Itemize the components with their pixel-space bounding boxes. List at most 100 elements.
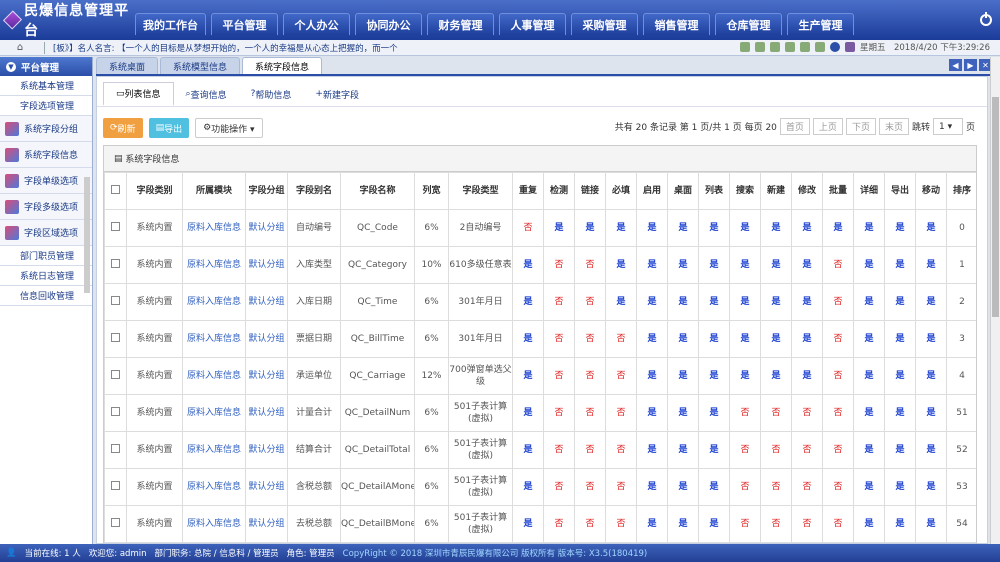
tab-1[interactable]: 系统模型信息 [160, 57, 241, 74]
row-checkbox[interactable] [111, 295, 120, 305]
sidebar-header[interactable]: ▼ 平台管理 [0, 57, 92, 76]
phone-icon[interactable] [739, 42, 750, 52]
sidebar-item-1[interactable]: 字段选项管理 [0, 96, 92, 116]
refresh-button[interactable]: ⟳ 刷新 [103, 118, 143, 138]
row-checkbox[interactable] [111, 369, 120, 379]
sidebar-subitem-1[interactable]: 系统字段信息 [0, 142, 92, 168]
nav-item-0[interactable]: 我的工作台 [135, 13, 206, 35]
calendar-icon[interactable] [769, 42, 780, 52]
row-checkbox-cell[interactable] [104, 320, 127, 358]
next-page-button[interactable]: 下页 [845, 118, 876, 135]
row-checkbox-cell[interactable] [104, 209, 127, 247]
first-page-button[interactable]: 首页 [779, 118, 810, 135]
help-icon[interactable] [829, 42, 840, 52]
row-checkbox-cell[interactable] [104, 431, 127, 469]
tab-2[interactable]: 系统字段信息 [242, 57, 323, 74]
tab-0[interactable]: 系统桌面 [96, 57, 159, 74]
table-cell[interactable]: 默认分组 [245, 320, 288, 358]
sidebar-item2-2[interactable]: 信息回收管理 [0, 286, 92, 306]
col-header-0[interactable] [104, 172, 127, 210]
table-row[interactable]: 系统内置 原料入库信息 默认分组 去税总额 QC_DetailBMoney 6% 501子表… [104, 505, 976, 543]
power-icon[interactable] [980, 12, 992, 26]
export-button[interactable]: ▤ 导出 [148, 118, 190, 138]
nav-item-3[interactable]: 协同办公 [355, 13, 422, 35]
row-checkbox-cell[interactable] [104, 468, 127, 506]
sidebar-subitem-4[interactable]: 字段区域选项 [0, 220, 92, 246]
table-row[interactable]: 系统内置 原料入库信息 默认分组 入库日期 QC_Time 6% 301年月日是否否是是是是… [104, 283, 976, 321]
row-checkbox-cell[interactable] [104, 394, 127, 432]
last-page-button[interactable]: 末页 [878, 118, 909, 135]
table-cell[interactable]: 默认分组 [245, 431, 288, 469]
nav-item-7[interactable]: 销售管理 [643, 13, 710, 35]
row-checkbox[interactable] [111, 221, 120, 231]
table-cell[interactable]: 原料入库信息 [182, 283, 246, 321]
page-select[interactable]: 1 ▾ [932, 118, 963, 135]
row-checkbox-cell[interactable] [104, 283, 127, 321]
table-cell[interactable]: 原料入库信息 [182, 209, 246, 247]
table-cell[interactable]: 默认分组 [245, 209, 288, 247]
subtab-1[interactable]: ⌕ 查询信息 [174, 82, 239, 106]
table-row[interactable]: 系统内置 原料入库信息 默认分组 承运单位 QC_Carriage 12% 700弹窗单选父… [104, 357, 976, 395]
table-cell[interactable]: 默认分组 [245, 505, 288, 543]
table-row[interactable]: 系统内置 原料入库信息 默认分组 入库类型 QC_Category 10% 610多级任意表… [104, 246, 976, 284]
scrollbar-thumb[interactable] [992, 97, 999, 317]
subtab-0[interactable]: ▭ 列表信息 [103, 82, 174, 106]
prev-page-button[interactable]: 上页 [812, 118, 843, 135]
row-checkbox-cell[interactable] [104, 357, 127, 395]
sidebar-item2-1[interactable]: 系统日志管理 [0, 266, 92, 286]
table-row[interactable]: 系统内置 原料入库信息 默认分组 含税总额 QC_DetailAMoney 6% 501子表… [104, 468, 976, 506]
sidebar-item2-0[interactable]: 部门职员管理 [0, 246, 92, 266]
table-cell[interactable]: 原料入库信息 [182, 320, 246, 358]
nav-item-9[interactable]: 生产管理 [787, 13, 854, 35]
sidebar-item-0[interactable]: 系统基本管理 [0, 76, 92, 96]
table-row[interactable]: 系统内置 原料入库信息 默认分组 自动编号 QC_Code 6% 2自动编号否是是是是是是是… [104, 209, 976, 247]
table-cell[interactable]: 默认分组 [245, 357, 288, 395]
table-cell[interactable]: 原料入库信息 [182, 468, 246, 506]
nav-item-5[interactable]: 人事管理 [499, 13, 566, 35]
table-cell[interactable]: 原料入库信息 [182, 246, 246, 284]
notepad-icon[interactable] [784, 42, 795, 52]
table-cell[interactable]: 默认分组 [245, 246, 288, 284]
nav-item-1[interactable]: 平台管理 [211, 13, 278, 35]
table-row[interactable]: 系统内置 原料入库信息 默认分组 计量合计 QC_DetailNum 6% 501子表计算(… [104, 394, 976, 432]
nav-item-2[interactable]: 个人办公 [283, 13, 350, 35]
sidebar-scrollbar[interactable] [84, 177, 90, 293]
tab-prev-icon[interactable]: ◀ [949, 59, 962, 71]
function-menu-button[interactable]: ⚙ 功能操作 ▾ [195, 118, 263, 138]
row-checkbox-cell[interactable] [104, 246, 127, 284]
table-cell[interactable]: 原料入库信息 [182, 431, 246, 469]
row-checkbox[interactable] [111, 406, 120, 416]
row-checkbox[interactable] [111, 443, 120, 453]
nav-item-4[interactable]: 财务管理 [427, 13, 494, 35]
nav-item-8[interactable]: 仓库管理 [715, 13, 782, 35]
table-cell[interactable]: 原料入库信息 [182, 357, 246, 395]
table-cell[interactable]: 原料入库信息 [182, 505, 246, 543]
table-row[interactable]: 系统内置 原料入库信息 默认分组 票据日期 QC_BillTime 6% 301年月日是否否… [104, 320, 976, 358]
subtab-2[interactable]: ? 帮助信息 [239, 82, 304, 106]
table-row[interactable]: 系统内置 原料入库信息 默认分组 结算合计 QC_DetailTotal 6% 501子表计… [104, 431, 976, 469]
tab-arrows: ◀ ▶ ✕ [949, 59, 992, 71]
select-all-checkbox[interactable] [111, 184, 120, 194]
row-checkbox[interactable] [111, 258, 120, 268]
row-checkbox[interactable] [111, 517, 120, 527]
table-cell: 入库日期 [287, 283, 341, 321]
subtab-3[interactable]: + 新建字段 [303, 82, 371, 106]
nav-item-6[interactable]: 采购管理 [571, 13, 638, 35]
window-icon[interactable] [814, 42, 825, 52]
row-checkbox-cell[interactable] [104, 505, 127, 543]
table-cell[interactable]: 默认分组 [245, 468, 288, 506]
truck-icon[interactable] [754, 42, 765, 52]
sidebar-subitem-0[interactable]: 系统字段分组 [0, 116, 92, 142]
calculator-icon[interactable] [799, 42, 810, 52]
table-cell: 是 [667, 505, 699, 543]
row-checkbox[interactable] [111, 332, 120, 342]
tab-next-icon[interactable]: ▶ [964, 59, 977, 71]
sidebar-subitem-2[interactable]: 字段单级选项 [0, 168, 92, 194]
home-icon[interactable]: ⌂ [14, 42, 26, 53]
sidebar-subitem-3[interactable]: 字段多级选项 [0, 194, 92, 220]
page-scrollbar[interactable] [990, 57, 1000, 544]
table-cell[interactable]: 默认分组 [245, 394, 288, 432]
table-cell[interactable]: 原料入库信息 [182, 394, 246, 432]
table-cell[interactable]: 默认分组 [245, 283, 288, 321]
row-checkbox[interactable] [111, 480, 120, 490]
